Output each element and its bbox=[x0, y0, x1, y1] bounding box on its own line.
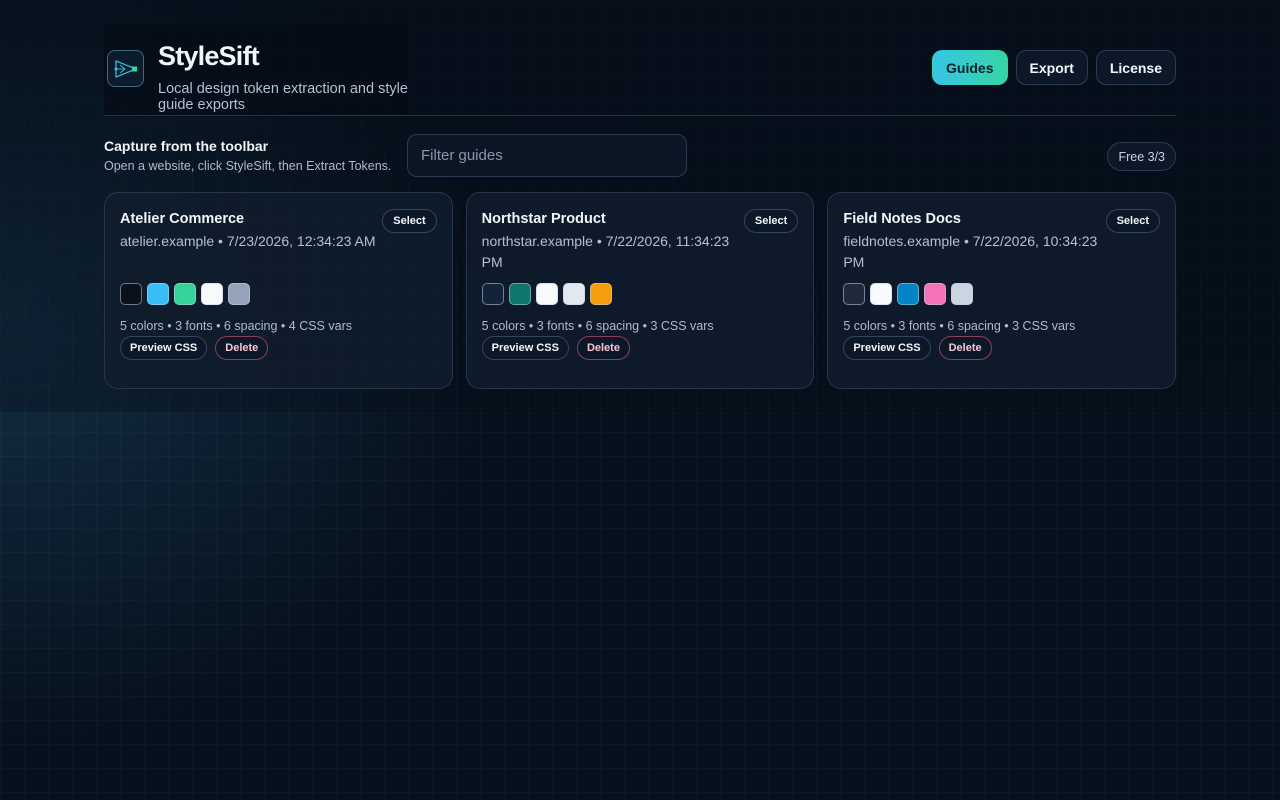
license-tab[interactable]: License bbox=[1095, 50, 1176, 85]
preview-css-button[interactable]: Preview CSS bbox=[843, 336, 931, 360]
plan-usage-badge: Free 3/3 bbox=[1107, 142, 1176, 171]
guide-card-northstar-product: Northstar Product Select northstar.examp… bbox=[465, 192, 815, 389]
color-swatch bbox=[228, 283, 250, 305]
color-swatch bbox=[562, 283, 585, 305]
guide-stats: 5 colors • 3 fonts • 6 spacing • 4 CSS v… bbox=[120, 319, 352, 333]
brand-panel: StyleSift Local design token extraction … bbox=[104, 24, 408, 115]
capture-description: Open a website, click StyleSift, then Ex… bbox=[104, 159, 392, 173]
color-swatch bbox=[508, 283, 531, 305]
guide-title: Atelier Commerce bbox=[120, 211, 245, 227]
capture-toolbar: Capture from the toolbar Open a website,… bbox=[104, 116, 1176, 192]
guide-title: Northstar Product bbox=[481, 211, 606, 227]
color-swatch bbox=[147, 283, 169, 305]
app-root: StyleSift Local design token extraction … bbox=[104, 24, 1177, 389]
app-title: StyleSift bbox=[158, 41, 260, 71]
color-swatch bbox=[201, 283, 223, 305]
guide-actions: Preview CSS Delete bbox=[481, 336, 630, 360]
color-swatch bbox=[589, 283, 612, 305]
select-button[interactable]: Select bbox=[1105, 209, 1161, 233]
guide-actions: Preview CSS Delete bbox=[120, 336, 269, 360]
main-nav: Guides Export License bbox=[932, 50, 1176, 85]
guide-card-field-notes-docs: Field Notes Docs Select fieldnotes.examp… bbox=[827, 192, 1177, 389]
preview-css-button[interactable]: Preview CSS bbox=[481, 336, 569, 360]
guide-stats: 5 colors • 3 fonts • 6 spacing • 3 CSS v… bbox=[481, 319, 714, 333]
capture-title: Capture from the toolbar bbox=[104, 138, 269, 154]
guide-meta: northstar.example • 7/22/2026, 11:34:23 … bbox=[481, 233, 730, 270]
guides-tab[interactable]: Guides bbox=[932, 50, 1008, 85]
app-header: StyleSift Local design token extraction … bbox=[104, 24, 1176, 116]
color-swatch bbox=[120, 283, 142, 305]
select-button[interactable]: Select bbox=[382, 209, 437, 233]
guide-cards: Atelier Commerce Select atelier.example … bbox=[104, 192, 1177, 389]
color-swatches bbox=[481, 283, 612, 305]
color-swatch bbox=[951, 283, 974, 305]
color-swatch bbox=[870, 283, 893, 305]
delete-button[interactable]: Delete bbox=[938, 336, 992, 360]
select-button[interactable]: Select bbox=[743, 209, 799, 233]
color-swatches bbox=[843, 283, 974, 305]
color-swatches bbox=[120, 283, 250, 305]
color-swatch bbox=[924, 283, 947, 305]
color-swatch bbox=[481, 283, 504, 305]
guide-stats: 5 colors • 3 fonts • 6 spacing • 3 CSS v… bbox=[843, 319, 1076, 333]
guide-actions: Preview CSS Delete bbox=[843, 336, 992, 360]
color-swatch bbox=[174, 283, 196, 305]
guide-title: Field Notes Docs bbox=[843, 211, 961, 227]
guide-meta: atelier.example • 7/23/2026, 12:34:23 AM bbox=[120, 233, 376, 249]
filter-guides-input[interactable] bbox=[407, 134, 687, 177]
guide-meta: fieldnotes.example • 7/22/2026, 10:34:23… bbox=[843, 233, 1098, 270]
delete-button[interactable]: Delete bbox=[215, 336, 269, 360]
token-tree-icon bbox=[107, 50, 144, 87]
color-swatch bbox=[897, 283, 920, 305]
guide-card-atelier-commerce: Atelier Commerce Select atelier.example … bbox=[104, 192, 453, 389]
delete-button[interactable]: Delete bbox=[576, 336, 630, 360]
color-swatch bbox=[535, 283, 558, 305]
color-swatch bbox=[843, 283, 866, 305]
app-subtitle: Local design token extraction and style … bbox=[158, 81, 408, 113]
export-tab[interactable]: Export bbox=[1015, 50, 1088, 85]
preview-css-button[interactable]: Preview CSS bbox=[120, 336, 208, 360]
